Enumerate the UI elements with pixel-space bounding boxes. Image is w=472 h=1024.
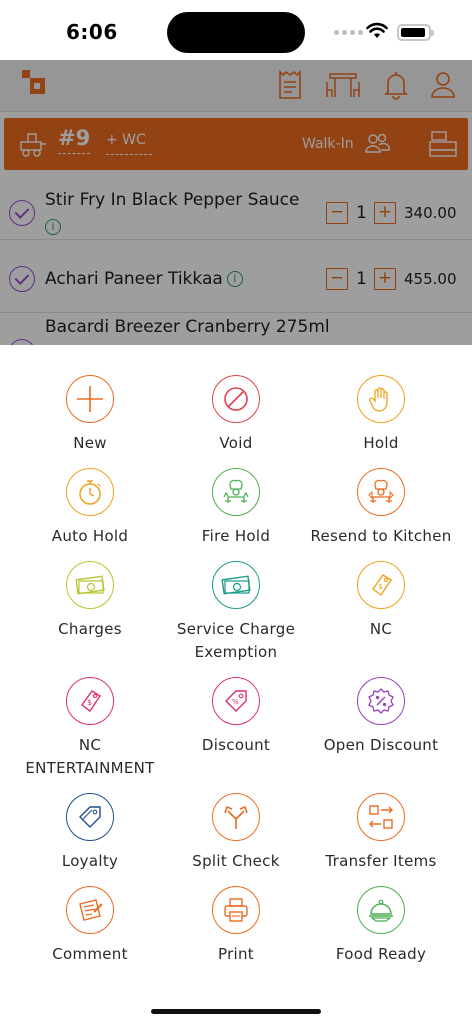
plus-icon (66, 375, 114, 423)
stopwatch-icon (66, 468, 114, 516)
action-label: Charges (58, 620, 122, 638)
split-icon (212, 793, 260, 841)
resend-to-kitchen-button[interactable]: Resend to Kitchen (306, 468, 456, 548)
chef-fire-icon (212, 468, 260, 516)
percent-badge-icon (357, 677, 405, 725)
action-label: Void (219, 434, 253, 452)
action-label: NC ENTERTAINMENT (25, 736, 155, 777)
svg-text:$: $ (378, 582, 383, 591)
action-label: Transfer Items (325, 852, 437, 870)
charges-button[interactable]: Charges (15, 561, 165, 641)
wifi-icon (366, 22, 388, 38)
action-label: Discount (201, 736, 271, 754)
cash-exempt-icon (212, 561, 260, 609)
action-label: Resend to Kitchen (310, 527, 452, 545)
action-label: New (73, 434, 107, 452)
action-label: Open Discount (323, 736, 439, 754)
home-indicator[interactable] (151, 1009, 321, 1014)
action-label: Auto Hold (51, 527, 129, 545)
dim-overlay[interactable] (0, 60, 472, 345)
hand-icon (357, 375, 405, 423)
svg-text:$: $ (87, 698, 92, 707)
comment-note-icon (66, 886, 114, 934)
action-label: Print (217, 945, 254, 963)
split-check-button[interactable]: Split Check (161, 793, 311, 873)
hold-button[interactable]: Hold (306, 375, 456, 455)
void-icon (212, 375, 260, 423)
open-discount-button[interactable]: Open Discount (306, 677, 456, 757)
action-label: Split Check (192, 852, 280, 870)
tag-icon: $ (357, 561, 405, 609)
food-ready-button[interactable]: Food Ready (306, 886, 456, 966)
action-label: Fire Hold (201, 527, 271, 545)
transfer-icon (357, 793, 405, 841)
cash-icon (66, 561, 114, 609)
actions-sheet: New Void Hold Auto Hold Fire Hold Resend… (0, 345, 472, 1024)
service-charge-exemption-button[interactable]: Service Charge Exemption (161, 561, 311, 664)
action-label: Hold (363, 434, 399, 452)
action-label: NC (369, 620, 393, 638)
nc-entertainment-button[interactable]: $ NC ENTERTAINMENT (15, 677, 165, 780)
loyalty-button[interactable]: Loyalty (15, 793, 165, 873)
print-button[interactable]: Print (161, 886, 311, 966)
void-button[interactable]: Void (161, 375, 311, 455)
nc-button[interactable]: $ NC (306, 561, 456, 641)
action-label: Service Charge Exemption (176, 620, 296, 661)
printer-icon (212, 886, 260, 934)
svg-text:%: % (232, 698, 239, 706)
action-label: Comment (52, 945, 128, 963)
status-time: 6:06 (66, 20, 118, 44)
transfer-items-button[interactable]: Transfer Items (306, 793, 456, 873)
auto-hold-button[interactable]: Auto Hold (15, 468, 165, 548)
tag-star-icon: $ (66, 677, 114, 725)
discount-tag-icon: % (212, 677, 260, 725)
action-label: Food Ready (335, 945, 427, 963)
chef-resend-icon (357, 468, 405, 516)
cloche-icon (357, 886, 405, 934)
status-bar: 6:06 (0, 0, 472, 60)
loyalty-tag-icon (66, 793, 114, 841)
discount-button[interactable]: % Discount (161, 677, 311, 757)
battery-icon (397, 24, 434, 41)
dynamic-island (167, 12, 305, 53)
fire-hold-button[interactable]: Fire Hold (161, 468, 311, 548)
action-label: Loyalty (61, 852, 119, 870)
new-button[interactable]: New (15, 375, 165, 455)
comment-button[interactable]: Comment (15, 886, 165, 966)
signal-icon (334, 30, 363, 35)
